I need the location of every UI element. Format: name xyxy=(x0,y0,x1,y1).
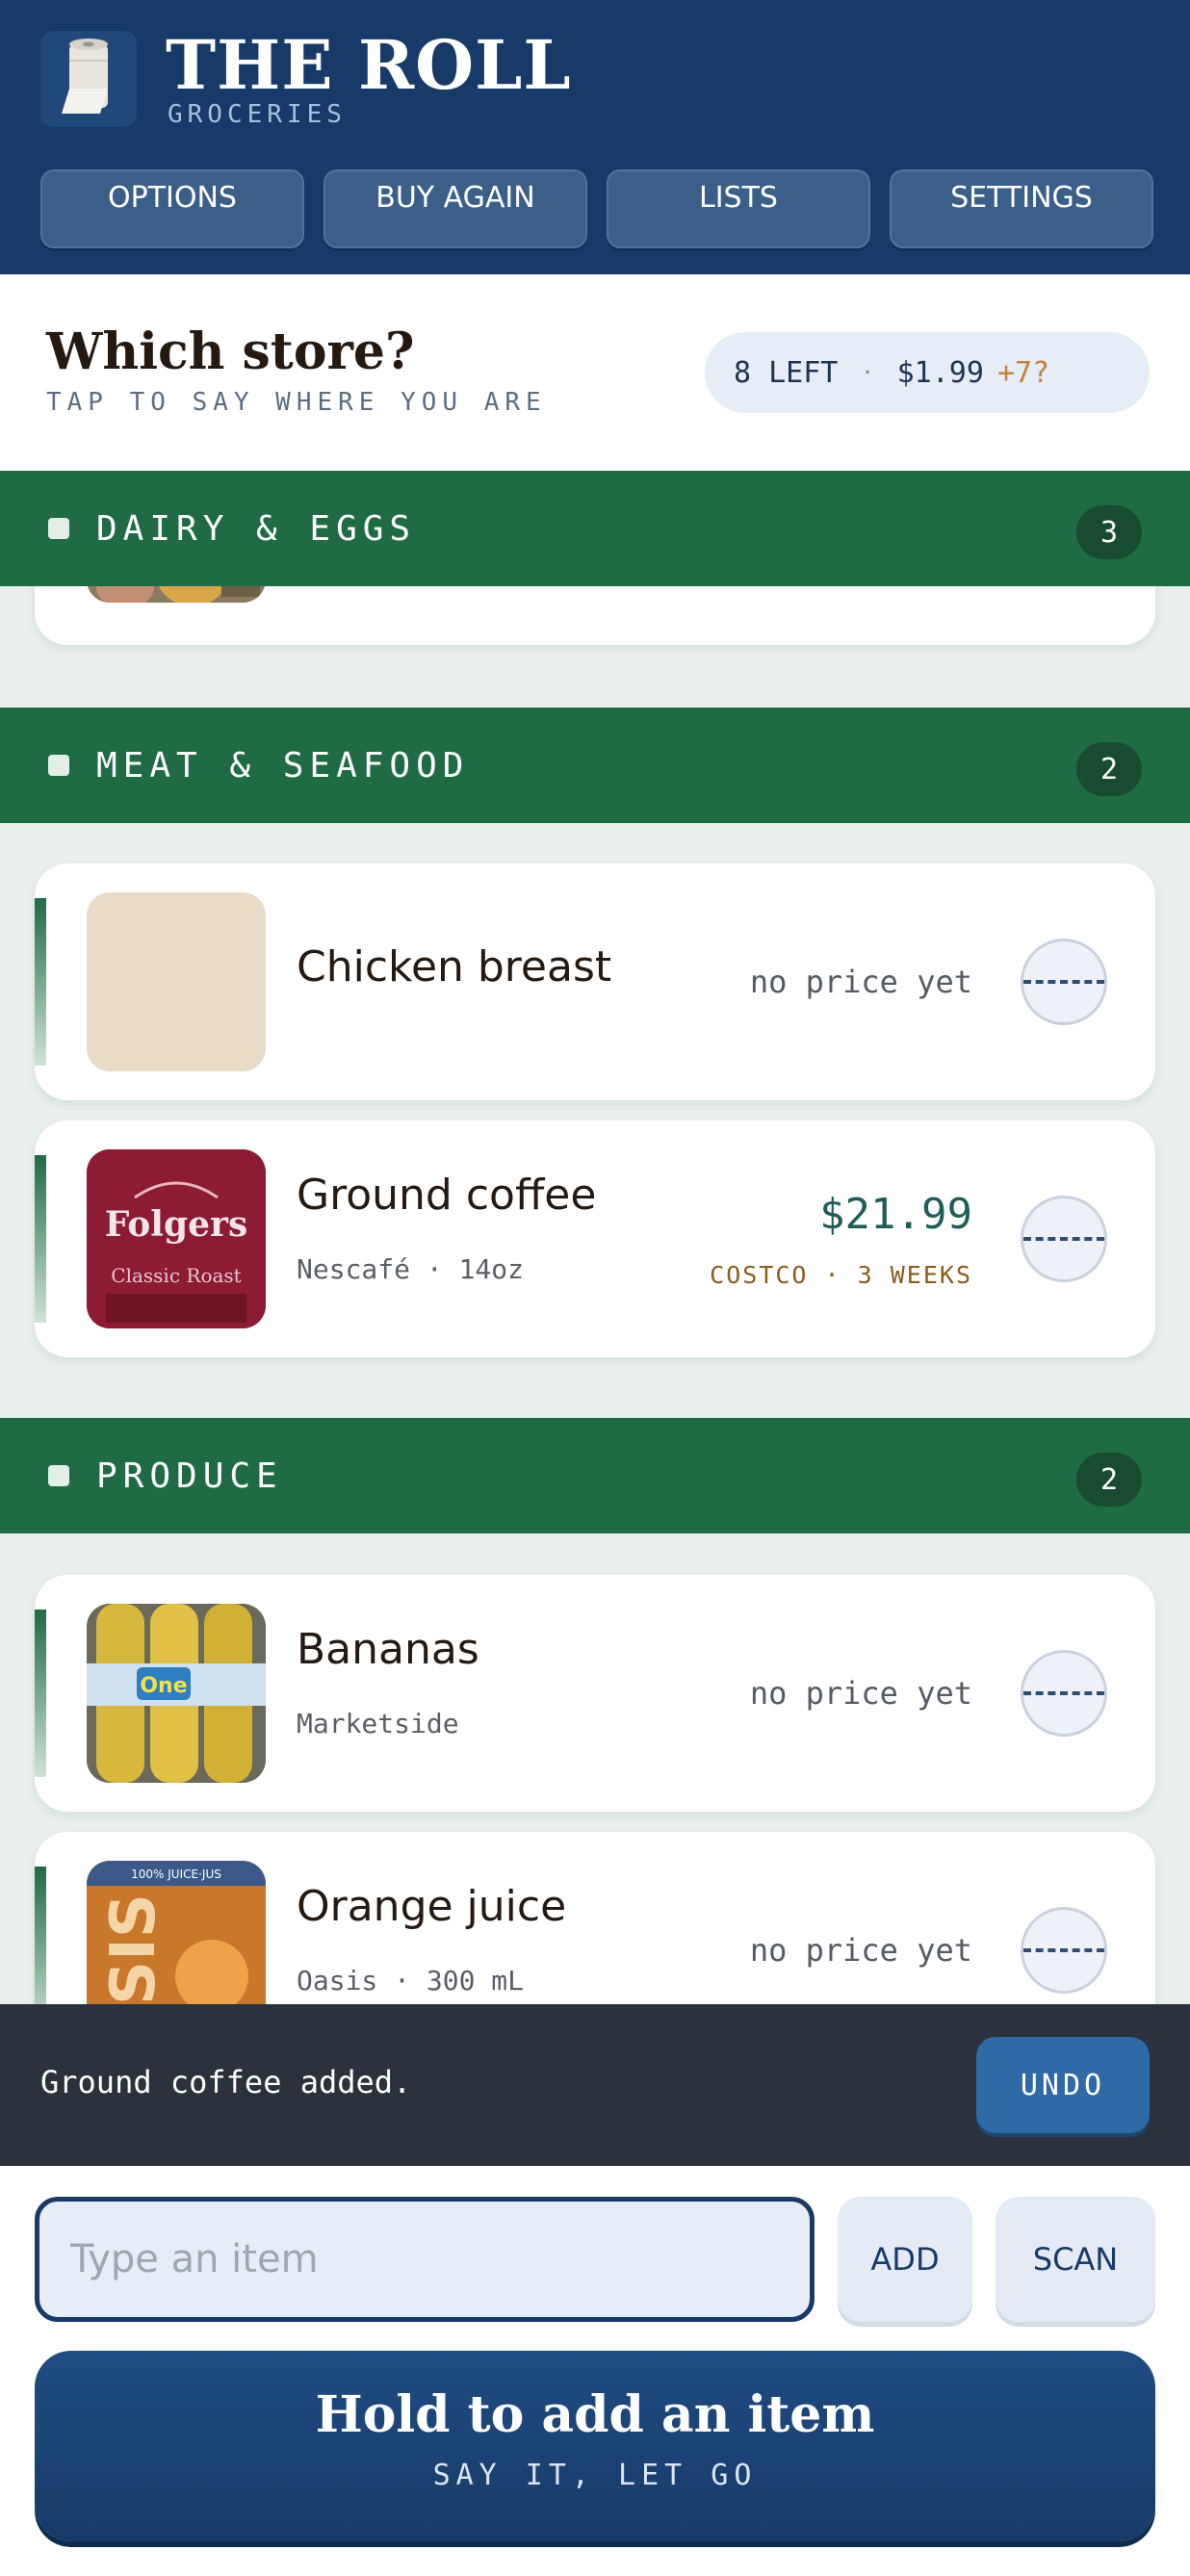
category-marker-icon xyxy=(48,1465,69,1486)
item-price: no price yet xyxy=(749,1932,972,1969)
store-subtitle: TAP TO SAY WHERE YOU ARE xyxy=(46,388,547,417)
item-price: no price yet xyxy=(749,964,972,1000)
add-button[interactable]: ADD xyxy=(838,2197,972,2322)
app-subtitle: GROCERIES xyxy=(168,100,347,129)
category-header-dairy-eggs[interactable]: DAIRY & EGGS 3 xyxy=(0,471,1190,586)
list-item[interactable]: Chicken breast no price yet xyxy=(35,863,1155,1100)
category-count-badge: 2 xyxy=(1076,742,1142,796)
list-total: $1.99 xyxy=(896,355,984,390)
scan-button[interactable]: SCAN xyxy=(996,2197,1155,2322)
store-selector[interactable]: Which store? TAP TO SAY WHERE YOU ARE 8 … xyxy=(0,274,1190,471)
thumb-brand-text: SIS xyxy=(98,1893,169,2005)
item-detail: Nescafé · 14oz xyxy=(297,1253,525,1285)
thumb-brand-text: Folgers xyxy=(105,1204,248,1245)
buy-again-button[interactable]: BUY AGAIN xyxy=(323,169,587,248)
list-item[interactable]: One Bananas Marketside no price yet xyxy=(35,1575,1155,1812)
item-name: Orange juice xyxy=(297,1882,567,1931)
items-left-count: 8 LEFT xyxy=(734,355,839,390)
item-name: Bananas xyxy=(297,1625,479,1674)
unpriced-count: +7? xyxy=(996,355,1050,390)
item-detail: Oasis · 300 mL xyxy=(297,1965,525,1996)
paper-roll-logo-icon xyxy=(40,31,137,127)
category-accent-stripe xyxy=(35,898,46,1066)
dashed-line-icon xyxy=(1023,1948,1104,1952)
settings-button[interactable]: SETTINGS xyxy=(890,169,1153,248)
item-thumbnail-placeholder xyxy=(87,892,266,1071)
item-input[interactable] xyxy=(35,2197,815,2322)
toast-message: Ground coffee added. xyxy=(40,2064,412,2100)
check-off-button[interactable] xyxy=(1021,1650,1107,1737)
check-off-button[interactable] xyxy=(1021,939,1107,1025)
hold-button-title: Hold to add an item xyxy=(315,2385,875,2444)
item-price: $21.99 xyxy=(819,1190,972,1239)
category-header-produce[interactable]: PRODUCE 2 xyxy=(0,1418,1190,1533)
check-off-button[interactable] xyxy=(1021,1196,1107,1282)
summary-separator: · xyxy=(861,360,874,385)
category-count-badge: 2 xyxy=(1076,1453,1142,1507)
category-marker-icon xyxy=(48,755,69,776)
category-name: PRODUCE xyxy=(96,1455,283,1496)
category-header-meat-seafood[interactable]: MEAT & SEAFOOD 2 xyxy=(0,708,1190,823)
thumb-variant-text: Classic Roast xyxy=(111,1264,241,1287)
top-nav: OPTIONS BUY AGAIN LISTS SETTINGS xyxy=(40,169,1153,248)
category-name: DAIRY & EGGS xyxy=(96,508,417,549)
undo-button[interactable]: UNDO xyxy=(976,2037,1150,2133)
item-thumbnail: One xyxy=(87,1604,266,1783)
thumb-label-text: 100% JUICE·JUS xyxy=(131,1868,221,1881)
options-button[interactable]: OPTIONS xyxy=(40,169,304,248)
toast-notification: Ground coffee added. UNDO xyxy=(0,2004,1190,2166)
hold-button-subtitle: SAY IT, LET GO xyxy=(432,2459,758,2492)
dashed-line-icon xyxy=(1023,980,1104,984)
category-count-badge: 3 xyxy=(1076,505,1142,559)
item-name: Chicken breast xyxy=(297,942,612,992)
category-name: MEAT & SEAFOOD xyxy=(96,745,470,786)
item-thumbnail: Folgers Classic Roast xyxy=(87,1149,266,1328)
item-price: no price yet xyxy=(749,1675,972,1712)
category-accent-stripe xyxy=(35,1610,46,1777)
category-accent-stripe xyxy=(35,1155,46,1323)
check-off-button[interactable] xyxy=(1021,1907,1107,1994)
dashed-line-icon xyxy=(1023,1691,1104,1695)
thumb-brand-text: One xyxy=(140,1674,187,1698)
category-marker-icon xyxy=(48,518,69,539)
item-name: Ground coffee xyxy=(297,1171,597,1220)
app-title: THE ROLL xyxy=(166,25,572,105)
item-detail: Marketside xyxy=(297,1708,459,1739)
dashed-line-icon xyxy=(1023,1237,1104,1241)
hold-to-add-button[interactable]: Hold to add an item SAY IT, LET GO xyxy=(35,2351,1155,2541)
list-summary-pill: 8 LEFT · $1.99 +7? xyxy=(705,332,1150,413)
item-price-source: COSTCO · 3 WEEKS xyxy=(710,1261,972,1289)
lists-button[interactable]: LISTS xyxy=(607,169,870,248)
add-item-panel: ADD SCAN Hold to add an item SAY IT, LET… xyxy=(0,2166,1190,2576)
app-header: THE ROLL GROCERIES OPTIONS BUY AGAIN LIS… xyxy=(0,0,1190,274)
store-title: Which store? xyxy=(46,322,415,381)
list-item[interactable]: Folgers Classic Roast Ground coffee Nesc… xyxy=(35,1121,1155,1357)
